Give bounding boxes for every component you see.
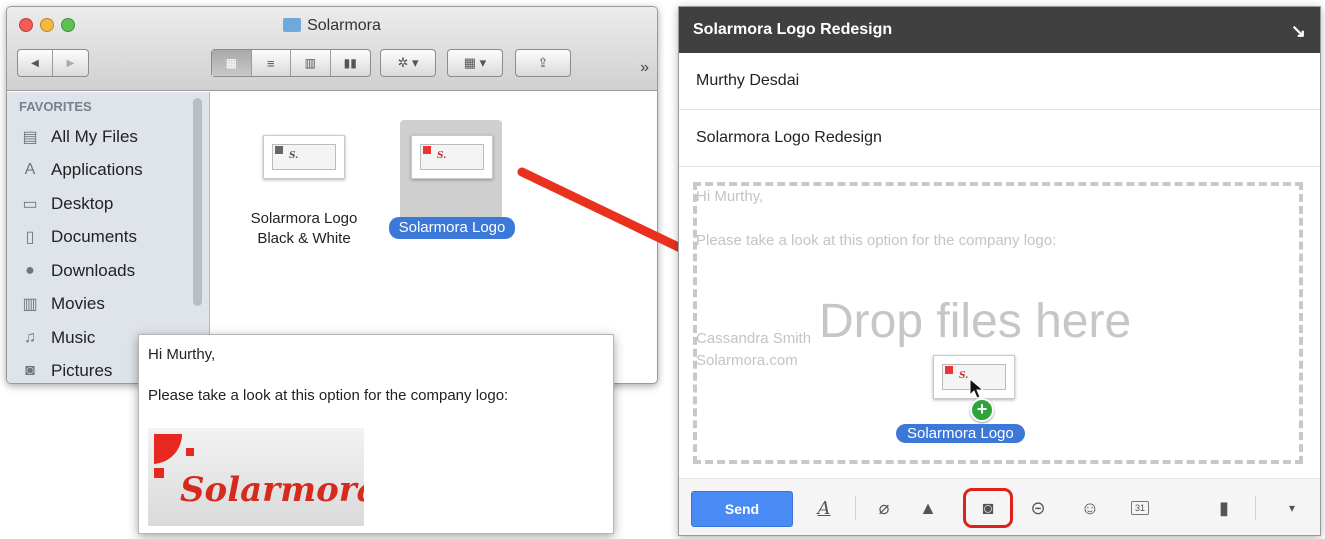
compose-title: Solarmora Logo Redesign [693,21,893,38]
compose-toolbar: Send A ⌀ ▲ ◙ ⊝ ☺ 31 ▮ ▾ [679,478,1320,535]
forward-button[interactable]: ▶ [53,50,88,76]
action-menu-button[interactable]: ✲ ▾ [380,49,436,77]
file-label: Solarmora Logo Black & White [250,210,358,247]
back-button[interactable]: ◀ [18,50,54,76]
sidebar-heading-favorites: FAVORITES [19,99,92,114]
logo-wordmark: Solarmora [180,470,364,510]
file-thumbnail: S. [263,135,345,179]
mouse-cursor-icon [969,378,985,399]
all-files-icon: ▤ [22,128,38,146]
logo-wordmark: S. [289,151,299,161]
desktop-icon: ▭ [22,195,38,213]
formatting-icon[interactable]: A [809,493,839,523]
trash-icon[interactable]: ▮ [1209,493,1239,523]
compose-header: Solarmora Logo Redesign ↘ [679,7,1320,53]
icon-view-button[interactable]: ▦ [212,50,252,76]
back-icon: ◀ [31,57,39,69]
to-field[interactable]: Murthy Desdai [679,53,1320,110]
share-icon: ⇪ [537,55,549,70]
drop-files-text: Drop files here [819,295,1132,348]
icon-view-icon: ▦ [225,56,237,70]
folder-icon [283,18,302,32]
sidebar-scrollbar[interactable] [193,98,202,306]
logo-wordmark: S. [959,371,969,381]
link-icon[interactable]: ⊝ [1023,493,1053,523]
logo-thumbnail-image: S. [420,144,484,170]
gear-icon: ✲ ▾ [397,55,419,70]
pictures-icon: ◙ [25,362,35,380]
logo-thumbnail-image: S. [272,144,336,170]
preview-message: Please take a look at this option for th… [148,387,509,404]
file-thumbnail: S. [411,135,493,179]
sidebar-item-movies[interactable]: ▥ Movies [7,288,209,322]
column-view-icon: ▥ [304,56,316,70]
music-icon: ♫ [24,328,36,346]
toolbar-divider [855,496,856,520]
sun-mark-icon [945,366,953,374]
arrange-icon: ▦ ▾ [463,55,487,70]
sidebar-item-downloads[interactable]: ● Downloads [7,254,209,288]
copy-plus-icon: + [970,398,994,422]
downloads-icon: ● [25,261,35,279]
file-item-bw-logo[interactable]: S. Solarmora Logo Black & White [229,135,379,249]
more-options-icon[interactable]: ▾ [1277,493,1307,523]
finder-titlebar: Solarmora ◀ ▶ ▦ ≡ ▥ ▮▮ ✲ ▾ ▦ ▾ ⇪ » [7,7,657,91]
toolbar-divider [1255,496,1256,520]
window-title: Solarmora [7,17,657,35]
sun-mark-icon [423,146,431,154]
share-button[interactable]: ⇪ [515,49,571,77]
compose-window: Solarmora Logo Redesign ↘ Murthy Desdai … [678,6,1321,536]
sun-mark-icon [275,146,283,154]
list-view-button[interactable]: ≡ [252,50,291,76]
pop-out-icon[interactable]: ↘ [1291,21,1306,42]
google-drive-icon[interactable]: ▲ [913,493,943,523]
sidebar-item-applications[interactable]: A Applications [7,154,209,188]
logo-wordmark: S. [437,151,447,161]
subject-field[interactable]: Solarmora Logo Redesign [679,110,1320,167]
column-view-button[interactable]: ▥ [291,50,331,76]
movies-icon: ▥ [22,296,38,314]
applications-icon: A [24,161,36,179]
email-preview-card: Hi Murthy, Please take a look at this op… [138,334,614,534]
dragged-file-label: Solarmora Logo [896,424,1025,443]
toolbar-overflow-icon[interactable]: » [640,59,649,77]
list-view-icon: ≡ [266,55,275,71]
send-button[interactable]: Send [691,491,793,527]
back-forward-control: ◀ ▶ [17,49,89,77]
sidebar-item-documents[interactable]: ▯ Documents [7,221,209,255]
calendar-icon[interactable]: 31 [1125,493,1155,523]
emoji-icon[interactable]: ☺ [1075,493,1105,523]
forward-icon: ▶ [66,57,75,69]
preview-greeting: Hi Murthy, [148,346,216,363]
view-mode-control: ▦ ≡ ▥ ▮▮ [211,49,371,77]
coverflow-view-icon: ▮▮ [343,56,357,70]
coverflow-view-button[interactable]: ▮▮ [331,50,370,76]
sidebar-item-desktop[interactable]: ▭ Desktop [7,187,209,221]
arrange-menu-button[interactable]: ▦ ▾ [447,49,503,77]
camera-highlight-box [963,488,1013,528]
documents-icon: ▯ [25,229,35,247]
paperclip-icon[interactable]: ⌀ [869,493,899,523]
sidebar-item-all-my-files[interactable]: ▤ All My Files [7,120,209,154]
solarmora-logo-image: Solarmora [148,428,364,526]
